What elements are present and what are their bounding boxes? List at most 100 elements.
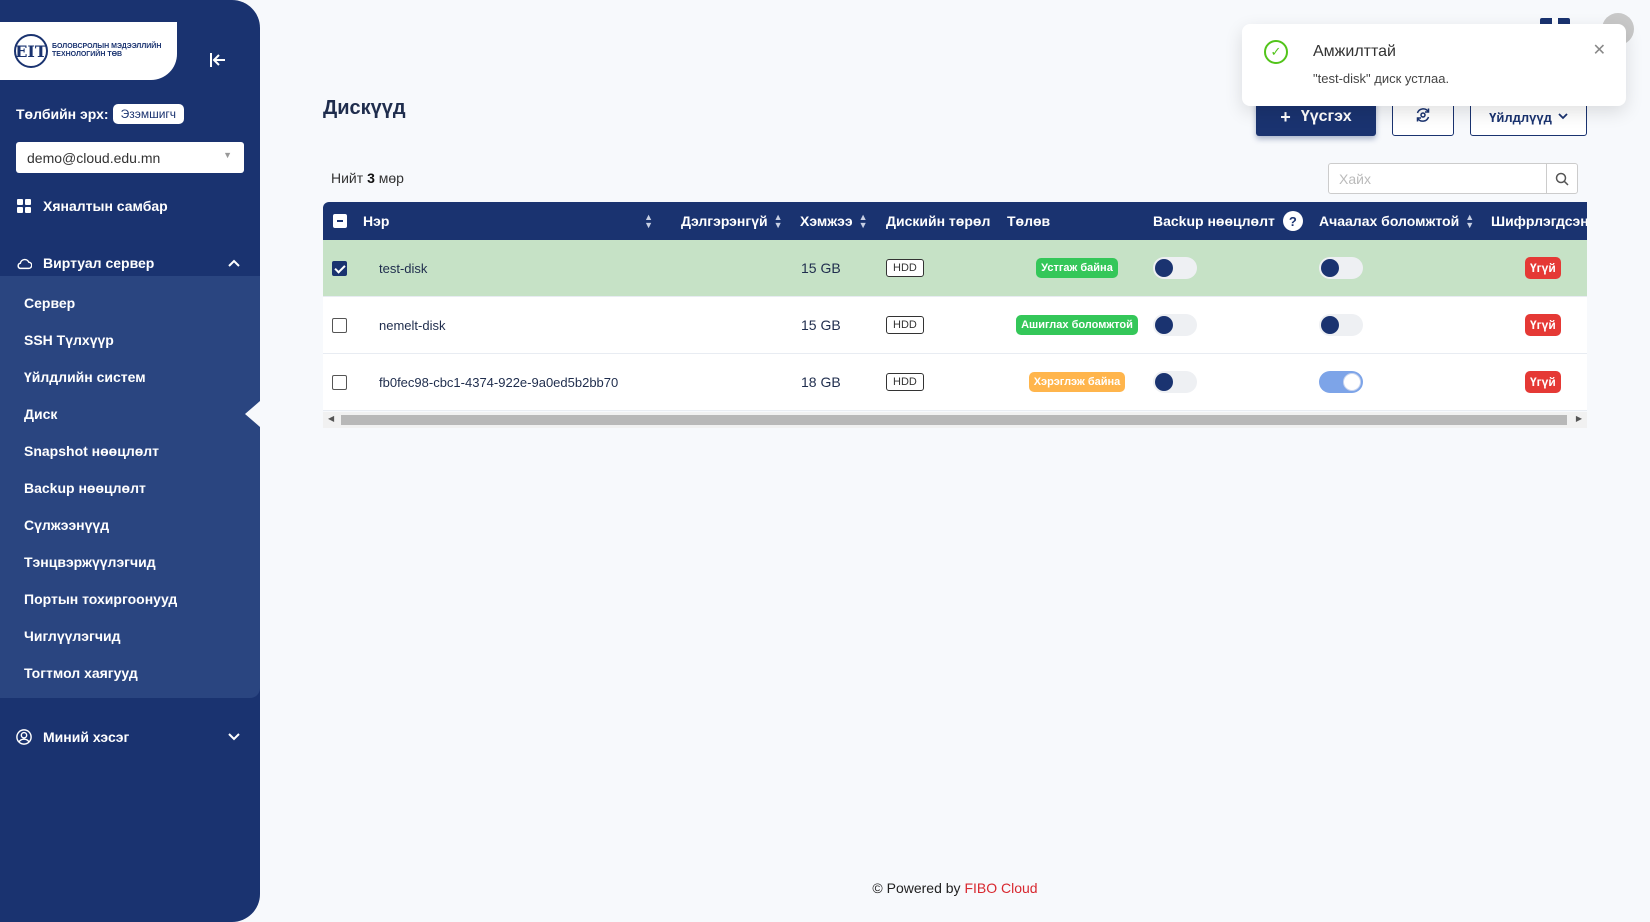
chevron-down-icon: ▼ <box>223 150 232 160</box>
sidebar-item-networks[interactable]: Сүлжээнүүд <box>0 506 260 543</box>
create-button-label: Үүсгэх <box>1300 108 1352 125</box>
encrypted-badge: Үгүй <box>1525 257 1561 279</box>
col-name[interactable]: Нэр ▲ ▼ <box>363 202 653 240</box>
total-suffix: мөр <box>378 170 404 186</box>
logo[interactable]: EIT БОЛОВСРОЛЫН МЭДЭЭЛЛИЙН ТЕХНОЛОГИЙН Т… <box>0 22 177 80</box>
sidebar-item-ssh-key[interactable]: SSH Түлхүүр <box>0 321 260 358</box>
sidebar-item-os[interactable]: Үйлдлийн систем <box>0 358 260 395</box>
disks-table: Нэр ▲ ▼ Дэлгэрэнгүй ▲ ▼ Хэмжээ ▲ ▼ Дискийн … <box>323 202 1587 428</box>
sidebar-item-snapshot[interactable]: Snapshot нөөцлөлт <box>0 432 260 469</box>
role-badge: Эзэмшигч <box>112 104 185 124</box>
actions-label: Үйлдлүүд <box>1489 109 1552 125</box>
toast-title: Амжилттай <box>1313 43 1396 60</box>
disk-name-link[interactable]: fb0fec98-cbc1-4374-922e-9a0ed5b2bb70 <box>379 354 618 410</box>
account-select[interactable]: demo@cloud.edu.mn ▼ <box>16 142 244 173</box>
nav-my-section[interactable]: Миний хэсэг <box>16 728 244 746</box>
footer-brand-link[interactable]: FIBO Cloud <box>964 880 1037 896</box>
table-row[interactable]: test-disk 15 GB HDD Устгаж байна Үгүй <box>323 240 1587 297</box>
bootable-toggle[interactable] <box>1319 257 1363 279</box>
disk-type-tag: HDD <box>886 316 924 334</box>
close-icon[interactable]: ✕ <box>1593 40 1606 60</box>
collapse-sidebar-icon[interactable] <box>206 48 230 72</box>
disk-type-tag: HDD <box>886 373 924 391</box>
sort-icon[interactable]: ▲ ▼ <box>644 213 653 230</box>
footer: © Powered by FIBO Cloud <box>0 880 1650 896</box>
total-number: 3 <box>367 170 375 186</box>
plus-icon: + <box>1280 106 1291 127</box>
row-checkbox[interactable] <box>332 261 347 276</box>
sidebar-item-disk[interactable]: Диск <box>0 395 260 432</box>
help-icon[interactable]: ? <box>1282 211 1303 231</box>
search-button[interactable] <box>1546 164 1577 193</box>
col-backup-label: Backup нөөцлөлт <box>1153 213 1275 229</box>
sort-icon[interactable]: ▲ ▼ <box>859 213 868 230</box>
sidebar-item-ports[interactable]: Портын тохиргоонууд <box>0 580 260 617</box>
search-icon <box>1555 172 1569 186</box>
sort-icon[interactable]: ▲ ▼ <box>1465 213 1474 230</box>
col-type: Дискийн төрөл <box>886 202 990 240</box>
search-box <box>1328 163 1578 194</box>
scroll-left-icon[interactable]: ◀ <box>328 414 334 423</box>
backup-toggle[interactable] <box>1153 257 1197 279</box>
nav-dashboard-label: Хяналтын самбар <box>43 198 168 214</box>
disk-size: 18 GB <box>801 374 841 390</box>
nav-group-head[interactable]: Виртуал сервер <box>0 246 260 280</box>
scrollbar-thumb[interactable] <box>341 415 1567 425</box>
col-status-label: Төлөв <box>1007 213 1051 229</box>
horizontal-scrollbar[interactable]: ◀ ▶ <box>323 412 1587 428</box>
sort-icon[interactable]: ▲ ▼ <box>774 213 783 230</box>
table-header: Нэр ▲ ▼ Дэлгэрэнгүй ▲ ▼ Хэмжээ ▲ ▼ Дискийн … <box>323 202 1587 240</box>
logo-text: БОЛОВСРОЛЫН МЭДЭЭЛЛИЙН ТЕХНОЛОГИЙН ТӨВ <box>52 43 162 58</box>
col-details-label: Дэлгэрэнгүй <box>681 213 768 229</box>
col-size[interactable]: Хэмжээ ▲ ▼ <box>800 202 868 240</box>
sidebar: EIT БОЛОВСРОЛЫН МЭДЭЭЛЛИЙН ТЕХНОЛОГИЙН Т… <box>0 0 260 922</box>
sidebar-item-routers[interactable]: Чиглүүлэгчид <box>0 617 260 654</box>
total-prefix: Нийт <box>331 170 364 186</box>
sidebar-item-load-balancers[interactable]: Тэнцвэржүүлэгчид <box>0 543 260 580</box>
cloud-icon <box>16 257 32 270</box>
col-size-label: Хэмжээ <box>800 213 853 229</box>
col-status: Төлөв <box>1007 202 1050 240</box>
account-value: demo@cloud.edu.mn <box>27 149 161 166</box>
row-checkbox[interactable] <box>332 375 347 390</box>
col-encrypted: Шифрлэгдсэн <box>1491 202 1587 240</box>
backup-toggle[interactable] <box>1153 314 1197 336</box>
chevron-up-icon <box>228 256 240 270</box>
success-toast: ✓ Амжилттай "test-disk" диск устлаа. ✕ <box>1242 24 1626 106</box>
col-backup: Backup нөөцлөлт ? <box>1153 202 1303 240</box>
search-input[interactable] <box>1329 164 1546 193</box>
encrypted-badge: Үгүй <box>1525 371 1561 393</box>
col-details[interactable]: Дэлгэрэнгүй ▲ ▼ <box>681 202 783 240</box>
table-row[interactable]: nemelt-disk 15 GB HDD Ашиглах боломжтой Үгүй <box>323 297 1587 354</box>
scroll-right-icon[interactable]: ▶ <box>1576 414 1582 423</box>
bootable-toggle[interactable] <box>1319 371 1363 393</box>
role-row: Төлбийн эрх: Эзэмшигч <box>16 104 185 124</box>
backup-toggle[interactable] <box>1153 371 1197 393</box>
sidebar-item-backup[interactable]: Backup нөөцлөлт <box>0 469 260 506</box>
col-bootable[interactable]: Ачаалах боломжтой ▲ ▼ <box>1319 202 1474 240</box>
role-label: Төлбийн эрх: <box>16 106 109 122</box>
total-count: Нийт 3 мөр <box>331 170 404 186</box>
disk-name-link[interactable]: nemelt-disk <box>379 297 445 353</box>
nav-dashboard[interactable]: Хяналтын самбар <box>16 198 168 214</box>
bootable-toggle[interactable] <box>1319 314 1363 336</box>
col-encrypted-label: Шифрлэгдсэн <box>1491 213 1587 229</box>
sidebar-item-server[interactable]: Сервер <box>0 284 260 321</box>
select-all-checkbox[interactable] <box>333 214 347 228</box>
nav-group-label: Виртуал сервер <box>43 255 155 271</box>
refresh-icon <box>1414 106 1432 129</box>
col-name-label: Нэр <box>363 213 390 229</box>
user-circle-icon <box>16 728 32 746</box>
row-checkbox[interactable] <box>332 318 347 333</box>
disk-size: 15 GB <box>801 317 841 333</box>
sidebar-item-floating-ips[interactable]: Тогтмол хаягууд <box>0 654 260 691</box>
encrypted-badge: Үгүй <box>1525 314 1561 336</box>
col-bootable-label: Ачаалах боломжтой <box>1319 213 1460 229</box>
col-type-label: Дискийн төрөл <box>886 213 991 229</box>
disk-type-tag: HDD <box>886 259 924 277</box>
nav-group-virtual-server: Виртуал сервер <box>0 246 260 280</box>
table-row[interactable]: fb0fec98-cbc1-4374-922e-9a0ed5b2bb70 18 G… <box>323 354 1587 411</box>
status-badge: Устгаж байна <box>1036 258 1118 278</box>
disk-name-link[interactable]: test-disk <box>379 240 427 296</box>
chevron-down-icon <box>1558 112 1568 123</box>
